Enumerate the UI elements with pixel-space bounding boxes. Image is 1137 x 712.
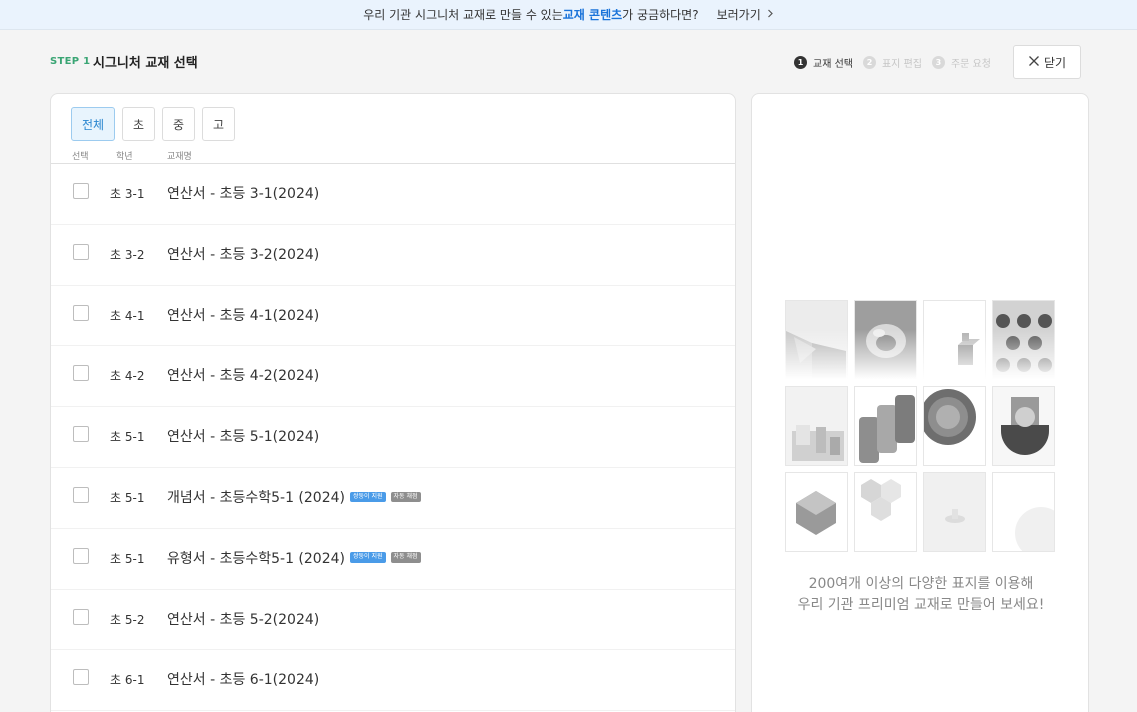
row-book-name: 연산서 - 초등 3-2(2024) <box>167 244 319 264</box>
column-header-select: 선택 <box>72 152 89 162</box>
column-header-name: 교재명 <box>167 152 192 162</box>
banner-text-after: 가 궁금하다면? <box>622 8 699 22</box>
row-grade: 초 3-2 <box>110 247 145 262</box>
row-checkbox[interactable] <box>73 365 89 382</box>
row-checkbox[interactable] <box>73 183 89 199</box>
auto-grading-badge: 자동 채점 <box>390 491 421 503</box>
stepper-step-1: 1 교재 선택 <box>794 55 853 70</box>
row-book-name: 연산서 - 초등 5-1(2024) <box>167 426 319 446</box>
cover-thumbnail <box>923 472 986 552</box>
progress-stepper: 1 교재 선택 2 표지 편집 3 주문 요청 <box>794 55 1001 70</box>
page-title: 시그니처 교재 선택 <box>93 56 198 71</box>
row-checkbox[interactable] <box>73 243 89 260</box>
row-grade: 초 5-1 <box>110 551 145 566</box>
promo-line-1: 200여개 이상의 다양한 표지를 이용해 <box>808 576 1034 592</box>
stepper-step-3: 3 주문 요청 <box>931 55 991 70</box>
chevron-right-icon <box>767 8 774 21</box>
book-title: 연산서 - 초등 4-2(2024) <box>167 368 320 385</box>
filter-middle[interactable]: 중 <box>162 107 195 141</box>
book-title: 연산서 - 초등 3-1(2024) <box>167 186 320 202</box>
step-label: STEP 1 <box>50 56 91 67</box>
table-row[interactable]: 초 6-1 연산서 - 초등 6-1(2024) <box>51 650 735 712</box>
row-grade: 초 5-2 <box>110 612 145 627</box>
table-row[interactable]: 초 4-2 연산서 - 초등 4-2(2024) <box>51 346 735 408</box>
book-table-body: 초 3-1 연산서 - 초등 3-1(2024) 초 3-2 연산서 - 초등 … <box>51 164 735 712</box>
row-book-name: 개념서 - 초등수학5-1 (2024) 쌍둥이 지원 자동 채점 <box>167 487 421 507</box>
cover-thumbnail <box>992 386 1055 466</box>
book-title: 연산서 - 초등 4-1(2024) <box>167 307 320 324</box>
table-row[interactable]: 초 3-2 연산서 - 초등 3-2(2024) <box>51 225 735 286</box>
book-title: 연산서 - 초등 6-1(2024) <box>167 672 320 689</box>
book-title: 유형서 - 초등수학5-1 (2024) <box>167 550 345 567</box>
table-row[interactable]: 초 4-1 연산서 - 초등 4-1(2024) <box>51 286 735 347</box>
cover-thumbnail <box>992 472 1055 552</box>
banner-view-link[interactable]: 보러가기 <box>717 6 774 23</box>
row-checkbox[interactable] <box>73 426 89 443</box>
table-row[interactable]: 초 5-1 개념서 - 초등수학5-1 (2024) 쌍둥이 지원 자동 채점 <box>51 468 735 529</box>
step-label-1: 교재 선택 <box>813 59 853 70</box>
close-icon <box>1028 55 1040 70</box>
banner-view-link-label: 보러가기 <box>716 8 761 22</box>
row-grade: 초 3-1 <box>110 187 145 201</box>
step-label-3: 주문 요청 <box>950 59 991 70</box>
row-checkbox[interactable] <box>73 304 89 321</box>
cover-thumbnail <box>785 386 848 466</box>
table-row[interactable]: 초 5-1 연산서 - 초등 5-1(2024) <box>51 407 735 468</box>
book-title: 연산서 - 초등 5-2(2024) <box>167 611 320 628</box>
row-grade: 초 4-2 <box>110 369 145 384</box>
stepper-step-2: 2 표지 편집 <box>862 55 922 70</box>
auto-grading-badge: 자동 채점 <box>390 552 421 564</box>
filter-high[interactable]: 고 <box>202 107 235 141</box>
row-grade: 초 5-1 <box>110 490 145 505</box>
cover-thumbnail <box>785 472 848 552</box>
table-row[interactable]: 초 5-2 연산서 - 초등 5-2(2024) <box>51 590 735 651</box>
book-title: 연산서 - 초등 3-2(2024) <box>167 246 320 263</box>
cover-thumbnail <box>923 386 986 466</box>
filter-all[interactable]: 전체 <box>71 107 115 141</box>
column-header-grade: 학년 <box>116 152 133 162</box>
row-book-name: 연산서 - 초등 4-2(2024) <box>167 365 319 385</box>
book-list-panel: 전체 초 중 고 선택 학년 교재명 초 3-1 연산서 - 초등 3-1(20… <box>50 93 736 712</box>
table-row[interactable]: 초 5-1 유형서 - 초등수학5-1 (2024) 쌍둥이 지원 자동 채점 <box>51 529 735 590</box>
row-book-name: 연산서 - 초등 3-1(2024) <box>167 183 319 203</box>
step-number-3: 3 <box>931 56 945 69</box>
row-grade: 초 5-1 <box>110 430 145 445</box>
row-book-name: 연산서 - 초등 6-1(2024) <box>167 669 319 689</box>
row-checkbox[interactable] <box>73 547 89 564</box>
cover-fade-overlay <box>752 329 1088 385</box>
row-book-name: 연산서 - 초등 5-2(2024) <box>167 609 319 629</box>
row-checkbox[interactable] <box>73 669 89 686</box>
row-grade: 초 4-1 <box>110 308 145 323</box>
twin-support-badge: 쌍둥이 지원 <box>349 552 386 564</box>
promo-message: 200여개 이상의 다양한 표지를 이용해 우리 기관 프리미엄 교재로 만들어… <box>752 574 1088 616</box>
row-book-name: 연산서 - 초등 4-1(2024) <box>167 305 319 325</box>
close-button[interactable]: 닫기 <box>1013 45 1081 79</box>
step-number-2: 2 <box>862 56 876 69</box>
banner-highlight: 교재 콘텐츠 <box>562 8 623 22</box>
banner-text-before: 우리 기관 시그니처 교재로 만들 수 있는 <box>363 8 563 22</box>
row-grade: 초 6-1 <box>110 673 145 688</box>
book-title: 연산서 - 초등 5-1(2024) <box>167 429 320 446</box>
twin-support-badge: 쌍둥이 지원 <box>349 491 386 503</box>
grade-filter-group: 전체 초 중 고 <box>71 107 242 141</box>
cover-thumbnail <box>854 472 917 552</box>
row-book-name: 유형서 - 초등수학5-1 (2024) 쌍둥이 지원 자동 채점 <box>167 548 421 568</box>
cover-thumbnail <box>854 386 917 466</box>
book-title: 개념서 - 초등수학5-1 (2024) <box>167 489 345 506</box>
close-button-label: 닫기 <box>1043 55 1067 70</box>
table-row[interactable]: 초 3-1 연산서 - 초등 3-1(2024) <box>51 164 735 225</box>
row-checkbox[interactable] <box>73 486 89 503</box>
top-banner: 우리 기관 시그니처 교재로 만들 수 있는 교재 콘텐츠 가 궁금하다면? 보… <box>0 0 1137 30</box>
promo-line-2: 우리 기관 프리미엄 교재로 만들어 보세요! <box>797 597 1045 613</box>
filter-elementary[interactable]: 초 <box>122 107 155 141</box>
step-label-2: 표지 편집 <box>881 59 922 70</box>
step-number-1: 1 <box>794 56 807 69</box>
row-checkbox[interactable] <box>73 608 89 625</box>
cover-preview-panel: 200여개 이상의 다양한 표지를 이용해 우리 기관 프리미엄 교재로 만들어… <box>751 93 1089 712</box>
